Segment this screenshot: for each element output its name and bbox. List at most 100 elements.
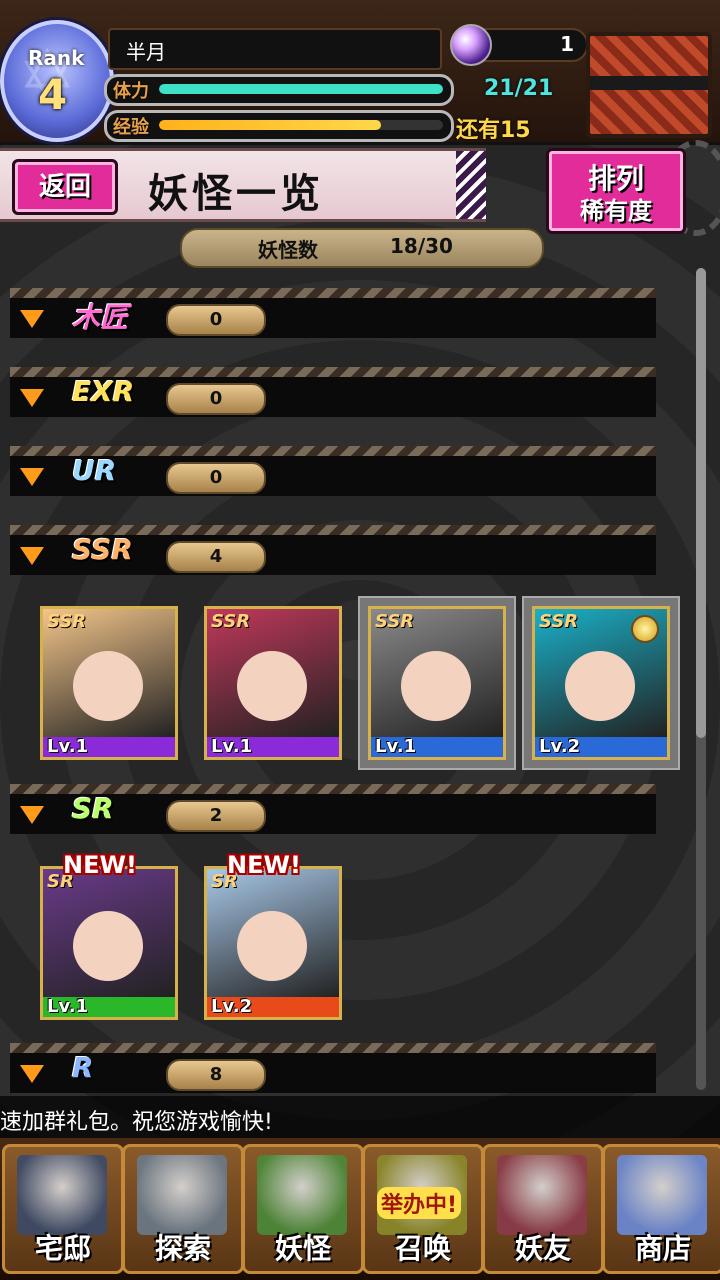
back-button[interactable]: 返回 <box>12 159 118 215</box>
player-name: 半月 <box>126 40 166 64</box>
rarity-label: SSR <box>72 533 133 566</box>
page-title: 妖怪一览 <box>148 171 324 217</box>
exp-remaining: 还有15 <box>456 118 531 143</box>
rarity-row-r[interactable]: R 8 <box>10 1043 656 1095</box>
rarity-count-pill: 0 <box>166 462 266 494</box>
monster-count-label: 妖怪数 <box>258 238 318 262</box>
bottom-nav: 宅邸 探索 妖怪 举办中! 召唤 妖友 商店 <box>0 1138 720 1280</box>
rarity-count-pill: 4 <box>166 541 266 573</box>
treasure-chest-icon[interactable] <box>586 32 712 138</box>
list-scrollbar[interactable] <box>696 268 706 1090</box>
rarity-row-ur[interactable]: UR 0 <box>10 446 656 498</box>
rarity-label: 木匠 <box>72 301 129 334</box>
level-text: Lv.1 <box>47 736 89 757</box>
monster-count-value: 18/30 <box>390 234 453 258</box>
exp-bar: 经验 <box>104 110 454 142</box>
back-button-label: 返回 <box>38 172 91 202</box>
rarity-row-exr[interactable]: EXR 0 <box>10 367 656 419</box>
gem-counter[interactable]: 1 <box>450 24 588 66</box>
rarity-count-pill: 0 <box>166 383 266 415</box>
title-bar: 返回 妖怪一览 <box>0 148 486 222</box>
nav-label: 商店 <box>634 1232 691 1265</box>
rarity-row-ssr[interactable]: SSR 4 <box>10 525 656 577</box>
collapse-arrow-icon[interactable] <box>20 389 44 407</box>
collapse-arrow-icon[interactable] <box>20 806 44 824</box>
stamina-bar: 体力 <box>104 74 454 106</box>
new-badge: NEW! <box>227 851 301 879</box>
monster-card[interactable]: SR Lv.1 NEW! <box>40 851 178 1020</box>
character-face <box>237 651 307 721</box>
card-rarity-label: SSR <box>539 611 579 632</box>
news-ticker: 速加群礼包。祝您游戏愉快! <box>0 1096 720 1138</box>
rarity-count: 8 <box>209 1064 223 1085</box>
nav-button-1[interactable]: 探索 <box>122 1144 244 1274</box>
monster-card[interactable]: SR Lv.2 NEW! <box>204 851 342 1020</box>
gold-medal-icon <box>631 615 659 643</box>
nav-label: 妖怪 <box>274 1232 331 1265</box>
character-face <box>401 651 471 721</box>
character-face <box>73 911 143 981</box>
stamina-fill <box>159 84 443 94</box>
rarity-row-sr[interactable]: SR 2 <box>10 784 656 836</box>
nav-button-2[interactable]: 妖怪 <box>242 1144 364 1274</box>
monster-card[interactable]: SSR Lv.2 <box>532 606 670 760</box>
nav-button-3[interactable]: 举办中! 召唤 <box>362 1144 484 1274</box>
sort-mode: 稀有度 <box>580 197 652 225</box>
level-text: Lv.2 <box>539 736 581 757</box>
gem-orb-icon <box>450 24 492 66</box>
monster-card[interactable]: SSR Lv.1 <box>368 606 506 760</box>
collapse-arrow-icon[interactable] <box>20 468 44 486</box>
level-text: Lv.2 <box>211 996 253 1017</box>
player-name-box: 半月 <box>108 28 442 70</box>
monster-card[interactable]: SSR Lv.1 <box>204 606 342 760</box>
rank-badge[interactable]: ✡ Rank 4 <box>0 20 114 142</box>
status-header: ✡ Rank 4 半月 1 体力 21/21 经验 还有15 <box>0 0 720 145</box>
crystal-orb-icon <box>617 1155 707 1235</box>
stamina-track <box>159 84 443 94</box>
rarity-row-top[interactable]: 木匠 0 <box>10 288 656 340</box>
chest-band <box>590 76 708 90</box>
gem-count: 1 <box>560 32 574 56</box>
mansion-icon <box>17 1155 107 1235</box>
magnifier-map-icon <box>137 1155 227 1235</box>
nav-button-5[interactable]: 商店 <box>602 1144 720 1274</box>
ticker-text: 速加群礼包。祝您游戏愉快! <box>0 1110 273 1135</box>
rarity-label: UR <box>72 454 117 487</box>
nav-label: 宅邸 <box>34 1232 91 1265</box>
collapse-arrow-icon[interactable] <box>20 1065 44 1083</box>
nav-button-4[interactable]: 妖友 <box>482 1144 604 1274</box>
rarity-label: R <box>72 1051 94 1084</box>
character-face <box>73 651 143 721</box>
nav-label: 探索 <box>154 1232 211 1265</box>
rank-value: 4 <box>38 70 68 119</box>
collapse-arrow-icon[interactable] <box>20 310 44 328</box>
rarity-count: 0 <box>209 467 223 488</box>
rarity-count: 4 <box>209 546 223 567</box>
rarity-count-pill: 2 <box>166 800 266 832</box>
row-trim <box>10 1043 656 1053</box>
rarity-count: 2 <box>209 805 223 826</box>
exp-label: 经验 <box>113 117 149 138</box>
rarity-count: 0 <box>209 388 223 409</box>
rank-label: Rank <box>28 46 85 70</box>
stamina-label: 体力 <box>113 81 149 102</box>
rarity-label: EXR <box>72 375 135 408</box>
nav-label: 召唤 <box>394 1232 451 1265</box>
collapse-arrow-icon[interactable] <box>20 547 44 565</box>
scroll-icon <box>257 1155 347 1235</box>
exp-fill <box>159 120 381 130</box>
card-rarity-label: SSR <box>211 611 251 632</box>
nav-button-0[interactable]: 宅邸 <box>2 1144 124 1274</box>
nav-label: 妖友 <box>514 1232 571 1265</box>
character-face <box>237 911 307 981</box>
sort-button[interactable]: 排列 稀有度 <box>546 148 686 234</box>
level-text: Lv.1 <box>211 736 253 757</box>
title-stripe <box>456 151 486 219</box>
scrollbar-thumb[interactable] <box>696 268 706 738</box>
rarity-label: SR <box>72 792 114 825</box>
rarity-count-pill: 8 <box>166 1059 266 1091</box>
new-badge: NEW! <box>63 851 137 879</box>
rarity-count-pill: 0 <box>166 304 266 336</box>
monster-count-bar: 妖怪数 18/30 <box>180 228 544 268</box>
monster-card[interactable]: SSR Lv.1 <box>40 606 178 760</box>
